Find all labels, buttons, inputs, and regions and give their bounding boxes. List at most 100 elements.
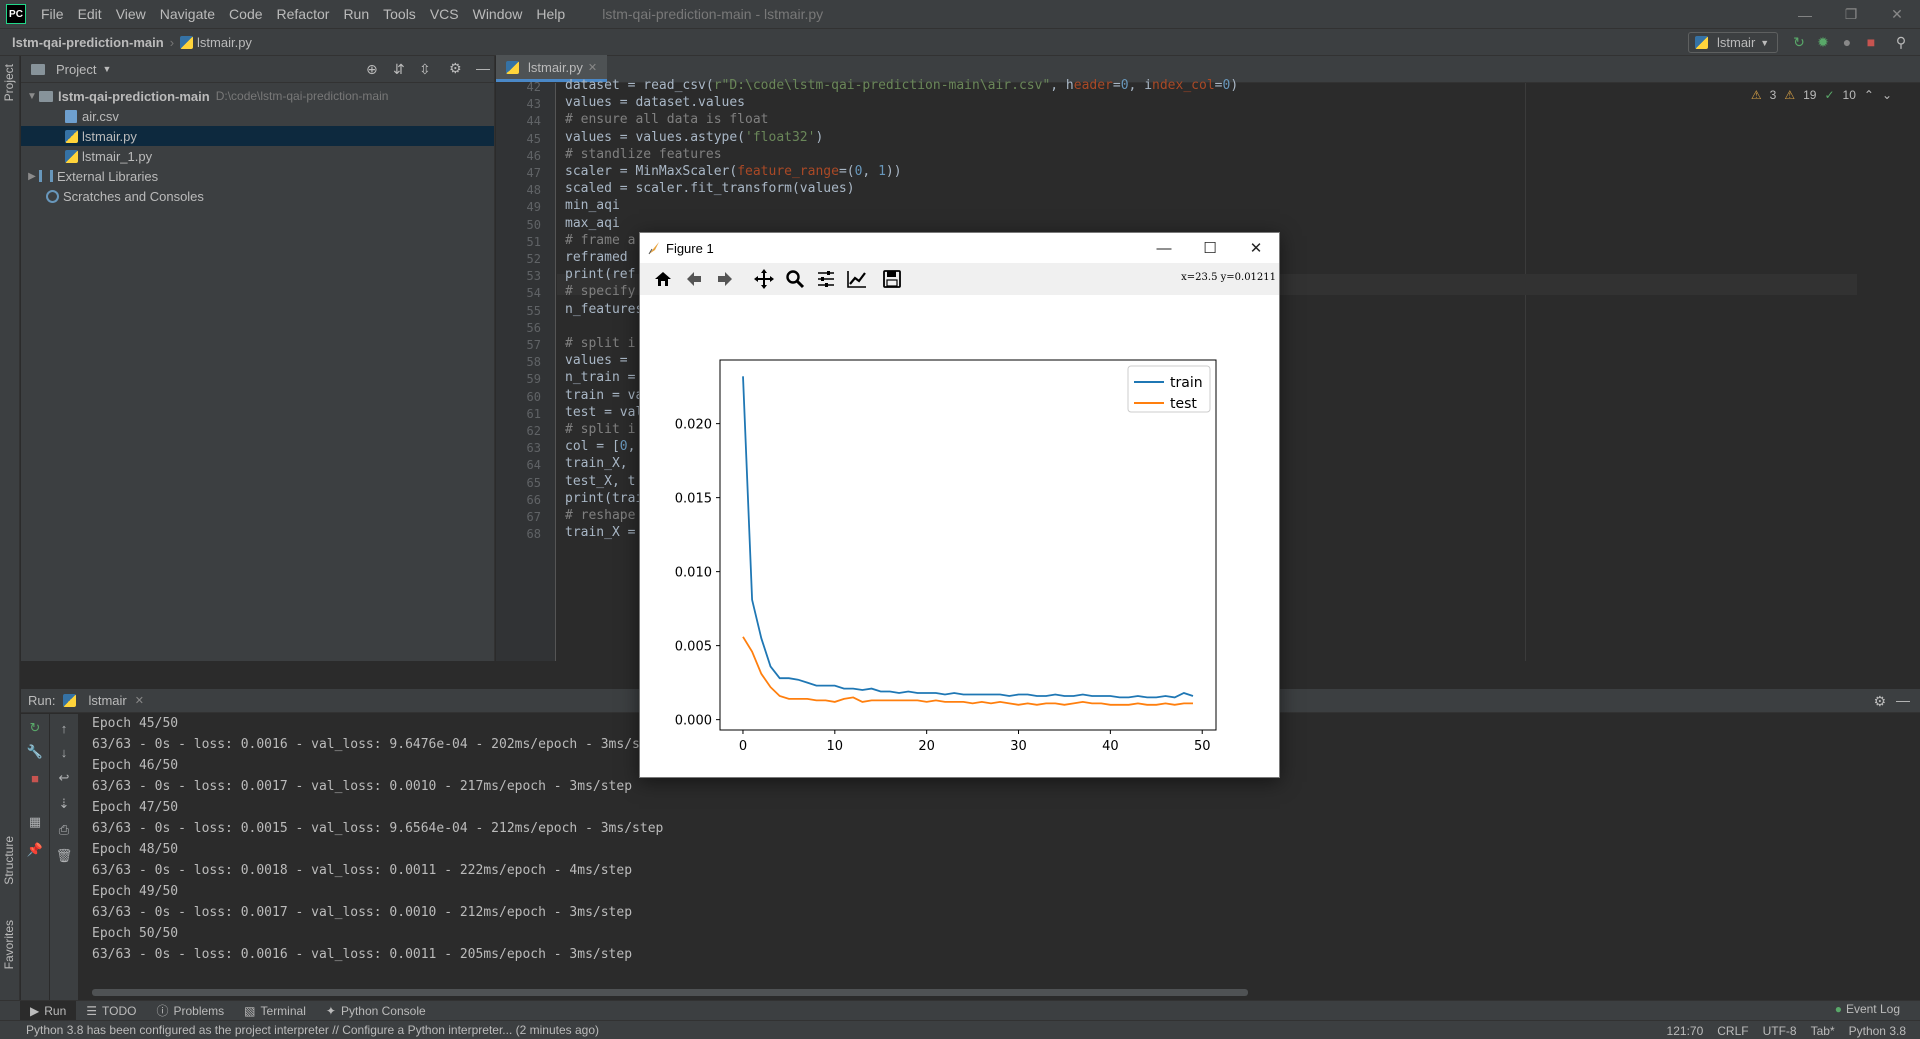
hide-panel-icon[interactable]: — — [1896, 692, 1910, 708]
gear-icon[interactable]: ⚙ — [449, 60, 462, 77]
code-line[interactable]: # reshape — [565, 508, 635, 523]
subplots-icon[interactable] — [813, 266, 839, 292]
tree-file-lstmair-1-py[interactable]: lstmair_1.py — [21, 146, 494, 166]
code-line[interactable]: train_X = — [565, 525, 635, 540]
project-view-select[interactable]: Project — [56, 62, 96, 77]
tool-tab-run[interactable]: ▶ Run — [20, 1000, 77, 1021]
soft-wrap-icon[interactable]: ↩ — [56, 770, 72, 786]
tool-tab-problems[interactable]: ⓘ Problems — [146, 1001, 234, 1021]
python-interpreter[interactable]: Python 3.8 — [1849, 1024, 1906, 1038]
breadcrumb-project[interactable]: lstm-qai-prediction-main — [12, 35, 164, 50]
inspection-widget[interactable]: ⚠ 3 ⚠ 19 ✓ 10 ⌃ ⌄ — [1751, 88, 1892, 102]
home-icon[interactable] — [650, 266, 676, 292]
scroll-to-end-icon[interactable]: ⇣ — [56, 796, 72, 812]
run-tab-lstmair[interactable]: lstmair — [88, 693, 126, 708]
tree-root-project[interactable]: ▼ lstm-qai-prediction-main D:\code\lstm-… — [21, 86, 494, 106]
rerun-icon[interactable]: ↻ — [27, 720, 43, 736]
close-icon[interactable]: ✕ — [1233, 233, 1279, 263]
collapse-all-icon[interactable]: ⇳ — [419, 61, 431, 78]
code-line[interactable]: # specify — [565, 284, 635, 299]
code-line[interactable]: scaled = scaler.fit_transform(values) — [565, 181, 855, 196]
stop-icon[interactable]: ■ — [1862, 33, 1880, 51]
rerun-icon[interactable]: ↻ — [1790, 33, 1808, 51]
code-line[interactable]: col = [0, — [565, 439, 635, 454]
tree-file-air-csv[interactable]: air.csv — [21, 106, 494, 126]
pan-icon[interactable] — [751, 266, 777, 292]
close-icon[interactable]: ✕ — [1874, 0, 1920, 29]
tree-external-libraries[interactable]: ▶ External Libraries — [21, 166, 494, 186]
code-line[interactable]: n_features — [565, 302, 643, 317]
save-icon[interactable] — [879, 266, 905, 292]
code-line[interactable]: # split i — [565, 422, 635, 437]
menu-edit[interactable]: Edit — [71, 0, 109, 29]
code-line[interactable]: min_aqi — [565, 198, 620, 213]
tree-scratches[interactable]: Scratches and Consoles — [21, 186, 494, 206]
locate-file-icon[interactable]: ⊕ — [366, 61, 378, 78]
tree-file-lstmair-py[interactable]: lstmair.py — [21, 126, 494, 146]
layout-icon[interactable]: ▦ — [27, 814, 43, 830]
hide-panel-icon[interactable]: — — [476, 60, 490, 76]
menu-help[interactable]: Help — [529, 0, 572, 29]
chevron-down-icon[interactable]: ⌄ — [1882, 88, 1892, 102]
trash-icon[interactable]: 🗑 — [56, 848, 73, 864]
debug-icon[interactable]: ✹ — [1814, 33, 1832, 51]
caret-position[interactable]: 121:70 — [1667, 1024, 1704, 1038]
event-log-button[interactable]: ● Event Log — [1835, 1002, 1900, 1016]
tool-tab-python-console[interactable]: ✦ Python Console — [316, 1001, 436, 1021]
horizontal-scrollbar[interactable] — [92, 989, 1248, 996]
code-line[interactable]: values = values.astype('float32') — [565, 130, 823, 145]
code-line[interactable]: dataset = read_csv(r"D:\code\lstm-qai-pr… — [565, 78, 1238, 93]
pin-icon[interactable]: 📌 — [27, 842, 43, 858]
code-line[interactable]: print(ref — [565, 267, 635, 282]
code-line[interactable]: # frame a — [565, 233, 635, 248]
menu-file[interactable]: File — [34, 0, 71, 29]
code-line[interactable]: n_train = — [565, 370, 635, 385]
arrow-up-icon[interactable]: ↑ — [56, 720, 72, 736]
loss-plot[interactable]: 0 10 20 30 40 50 0.000 0.005 0.010 0.015 0.020 trai… — [640, 295, 1279, 777]
menu-code[interactable]: Code — [222, 0, 269, 29]
indent-setting[interactable]: Tab* — [1811, 1024, 1835, 1038]
structure-tool-tab[interactable]: Structure — [2, 836, 16, 885]
menu-view[interactable]: View — [109, 0, 153, 29]
favorites-tool-tab[interactable]: Favorites — [2, 920, 16, 969]
code-line[interactable]: scaler = MinMaxScaler(feature_range=(0, … — [565, 164, 902, 179]
code-line[interactable]: # split i — [565, 336, 635, 351]
status-message[interactable]: Python 3.8 has been configured as the pr… — [0, 1023, 599, 1037]
project-tool-tab[interactable]: Project — [2, 64, 16, 101]
menu-window[interactable]: Window — [466, 0, 530, 29]
code-line[interactable]: reframed — [565, 250, 628, 265]
expand-arrow-icon[interactable]: ▶ — [25, 171, 39, 182]
code-line[interactable]: train_X, — [565, 456, 635, 471]
tool-tab-todo[interactable]: ☰ TODO — [76, 1001, 146, 1021]
expand-all-icon[interactable]: ⇵ — [393, 61, 405, 78]
wrench-icon[interactable]: 🔧 — [27, 744, 43, 760]
edit-axis-icon[interactable] — [844, 266, 870, 292]
code-line[interactable]: test_X, t — [565, 474, 635, 489]
chevron-down-icon[interactable]: ▼ — [102, 64, 111, 74]
code-line[interactable]: # ensure all data is float — [565, 112, 769, 127]
search-everywhere-icon[interactable]: ⚲ — [1892, 33, 1910, 51]
zoom-icon[interactable] — [782, 266, 808, 292]
restore-icon[interactable]: ❐ — [1828, 0, 1874, 29]
code-line[interactable]: max_aqi — [565, 216, 620, 231]
line-separator[interactable]: CRLF — [1717, 1024, 1748, 1038]
menu-navigate[interactable]: Navigate — [153, 0, 222, 29]
code-line[interactable]: values = dataset.values — [565, 95, 745, 110]
menu-tools[interactable]: Tools — [376, 0, 423, 29]
code-line[interactable]: values = — [565, 353, 635, 368]
back-icon[interactable] — [681, 266, 707, 292]
code-line[interactable]: train = va — [565, 388, 643, 403]
code-line[interactable]: test = val — [565, 405, 643, 420]
maximize-icon[interactable]: ☐ — [1187, 233, 1233, 263]
minimize-icon[interactable]: — — [1782, 0, 1828, 29]
run-configuration-select[interactable]: lstmair ▼ — [1688, 32, 1778, 53]
breadcrumb-file[interactable]: lstmair.py — [197, 35, 252, 50]
code-line[interactable]: print(trai — [565, 491, 643, 506]
chevron-up-icon[interactable]: ⌃ — [1864, 88, 1874, 102]
coverage-icon[interactable]: ● — [1838, 33, 1856, 51]
gear-icon[interactable]: ⚙ — [1873, 693, 1886, 710]
code-line[interactable]: # standlize features — [565, 147, 722, 162]
menu-vcs[interactable]: VCS — [423, 0, 466, 29]
minimize-icon[interactable]: — — [1141, 233, 1187, 263]
tool-tab-terminal[interactable]: ▧ Terminal — [234, 1001, 316, 1021]
